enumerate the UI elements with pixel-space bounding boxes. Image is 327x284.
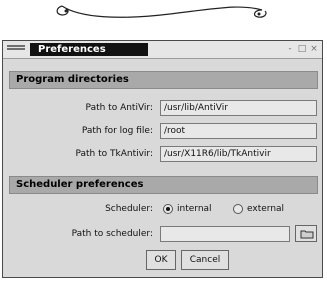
internal-radio[interactable] — [163, 204, 173, 214]
tkantivir-path-field[interactable]: /usr/X11R6/lib/TkAntivir — [160, 146, 317, 162]
title-bar[interactable]: Preferences - □ × — [3, 41, 322, 59]
program-directories-header: Program directories — [9, 71, 318, 89]
scheduler-label: Scheduler: — [105, 204, 153, 214]
tkantivir-path-label: Path to TkAntivir: — [75, 149, 153, 159]
cancel-button[interactable]: Cancel — [181, 250, 229, 270]
scheduler-path-field[interactable] — [160, 226, 290, 242]
antivir-path-label: Path to AntiVir: — [85, 103, 153, 113]
browse-scheduler-button[interactable] — [295, 225, 317, 242]
maximize-button[interactable]: □ — [297, 44, 307, 54]
external-radio-label[interactable]: external — [247, 203, 284, 215]
preferences-window: Preferences - □ × Program directories Pa… — [2, 40, 323, 278]
log-file-path-label: Path for log file: — [81, 126, 153, 136]
scheduler-preferences-header: Scheduler preferences — [9, 176, 318, 194]
window-title: Preferences — [30, 43, 148, 56]
log-file-path-field[interactable]: /root — [160, 123, 317, 139]
external-radio[interactable] — [233, 204, 243, 214]
window-menu-icon[interactable] — [7, 45, 25, 53]
folder-icon — [300, 230, 314, 239]
internal-radio-label[interactable]: internal — [177, 203, 212, 215]
scheduler-path-label: Path to scheduler: — [71, 229, 153, 239]
decorative-ornament — [56, 5, 267, 18]
minimize-button[interactable]: - — [285, 44, 295, 54]
ok-button[interactable]: OK — [146, 250, 176, 270]
antivir-path-field[interactable]: /usr/lib/AntiVir — [160, 100, 317, 116]
close-button[interactable]: × — [309, 44, 319, 54]
